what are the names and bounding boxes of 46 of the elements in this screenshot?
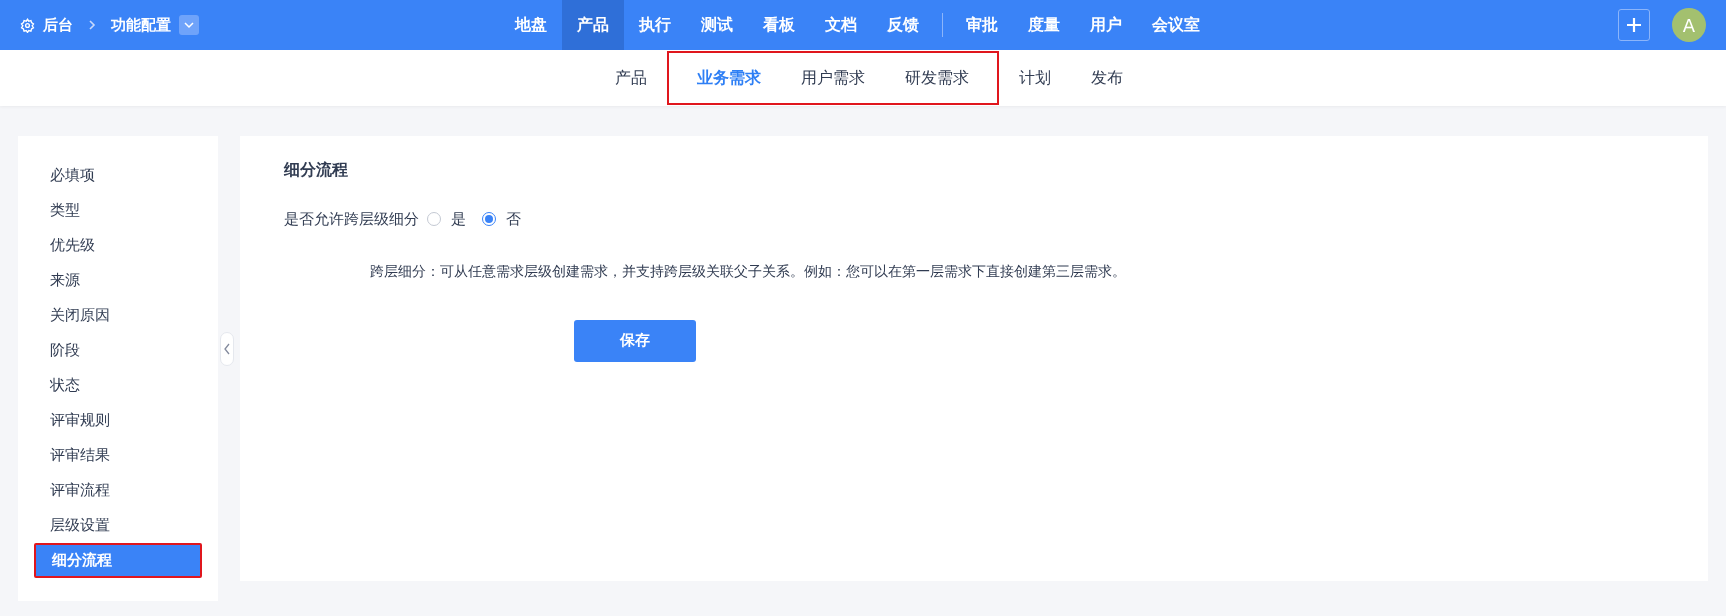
help-text: 跨层细分：可从任意需求层级创建需求，并支持跨层级关联父子关系。例如：您可以在第一层需求下直接创建第三层需求。 xyxy=(370,261,1127,281)
chevron-down-icon xyxy=(183,19,195,31)
sidebar-item[interactable]: 评审结果 xyxy=(34,438,202,473)
collapse-button[interactable] xyxy=(220,332,234,366)
subnav-tab[interactable]: 业务需求 xyxy=(677,58,781,98)
sidebar-item[interactable]: 阶段 xyxy=(34,333,202,368)
nav-tab[interactable]: 看板 xyxy=(748,0,810,50)
nav-tab[interactable]: 审批 xyxy=(951,0,1013,50)
nav-tab[interactable]: 地盘 xyxy=(500,0,562,50)
nav-tab[interactable]: 反馈 xyxy=(872,0,934,50)
sidebar-item[interactable]: 必填项 xyxy=(34,158,202,193)
sidebar-item[interactable]: 评审规则 xyxy=(34,403,202,438)
subnav-tab[interactable]: 研发需求 xyxy=(885,58,989,98)
nav-tab[interactable]: 测试 xyxy=(686,0,748,50)
section-title: 细分流程 xyxy=(284,159,349,181)
sidebar-item[interactable]: 细分流程 xyxy=(34,543,202,578)
nav-tab[interactable]: 度量 xyxy=(1013,0,1075,50)
sidebar-item[interactable]: 来源 xyxy=(34,263,202,298)
radio-button[interactable] xyxy=(482,212,496,227)
sidebar-item[interactable]: 层级设置 xyxy=(34,508,202,543)
sidebar-item[interactable]: 评审流程 xyxy=(34,473,202,508)
save-button[interactable]: 保存 xyxy=(574,319,696,362)
field-label: 是否允许跨层级细分 xyxy=(284,209,419,230)
nav-tab[interactable]: 会议室 xyxy=(1137,0,1215,50)
sidebar-item[interactable]: 优先级 xyxy=(34,228,202,263)
nav-tab[interactable]: 用户 xyxy=(1075,0,1137,50)
chevron-left-icon xyxy=(223,343,231,355)
subnav-tab[interactable]: 产品 xyxy=(595,58,667,98)
plus-icon xyxy=(1625,16,1643,34)
sidebar-item[interactable]: 类型 xyxy=(34,193,202,228)
add-button[interactable] xyxy=(1618,9,1650,41)
radio-option[interactable]: 是 xyxy=(427,208,466,231)
subnav-tab[interactable]: 计划 xyxy=(999,58,1071,98)
nav-tab[interactable]: 执行 xyxy=(624,0,686,50)
settings-icon xyxy=(20,17,35,33)
nav-tab[interactable]: 产品 xyxy=(562,0,624,50)
nav-tab[interactable]: 文档 xyxy=(810,0,872,50)
breadcrumb-current[interactable]: 功能配置 xyxy=(111,13,171,37)
dropdown-button[interactable] xyxy=(179,15,199,35)
subnav-tab[interactable]: 用户需求 xyxy=(781,58,885,98)
sidebar-item[interactable]: 状态 xyxy=(34,368,202,403)
radio-option[interactable]: 否 xyxy=(482,208,521,231)
chevron-right-icon xyxy=(87,19,97,31)
sidebar-item[interactable]: 关闭原因 xyxy=(34,298,202,333)
breadcrumb-root[interactable]: 后台 xyxy=(43,13,73,37)
subnav-tab[interactable]: 发布 xyxy=(1071,58,1143,98)
